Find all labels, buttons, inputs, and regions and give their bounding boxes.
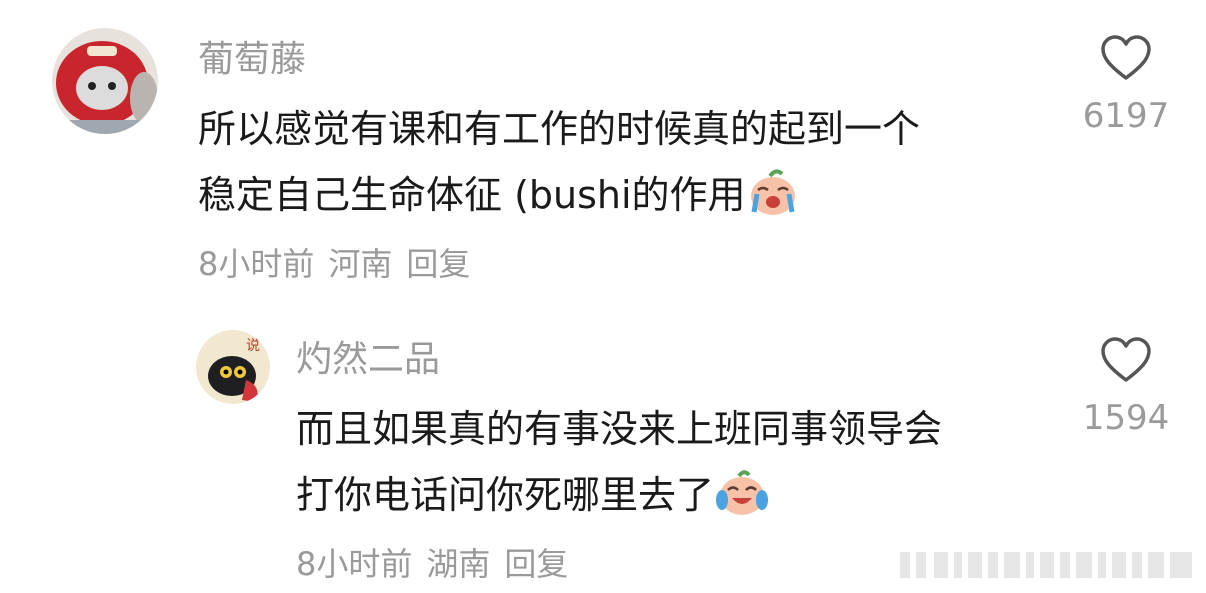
comment-username[interactable]: 葡萄藤 xyxy=(198,40,306,80)
comment-time: 8小时前 xyxy=(296,545,413,583)
avatar-image xyxy=(52,28,158,134)
comment-text-line: 所以感觉有课和有工作的时候真的起到一个 xyxy=(198,107,921,151)
reply-button[interactable]: 回复 xyxy=(504,545,568,583)
like-count: 6197 xyxy=(1082,96,1170,136)
crying-face-emoji-icon xyxy=(748,168,798,236)
user-avatar[interactable]: 说 xyxy=(196,330,270,404)
comment-username[interactable]: 灼然二品 xyxy=(296,340,440,380)
comment-item: 葡萄藤 所以感觉有课和有工作的时候真的起到一个 稳定自己生命体征 (bushi的… xyxy=(0,0,1206,300)
like-count: 1594 xyxy=(1082,398,1170,438)
heart-outline-icon xyxy=(1101,35,1151,80)
svg-text:说: 说 xyxy=(246,338,260,354)
like-button[interactable] xyxy=(1066,336,1186,388)
heart-outline-icon xyxy=(1101,337,1151,382)
comment-time: 8小时前 xyxy=(198,245,315,283)
comment-location: 湖南 xyxy=(426,545,491,583)
comment-text-line: 而且如果真的有事没来上班同事领导会 xyxy=(296,407,943,451)
like-area: 1594 xyxy=(1066,336,1186,438)
comment-text: 所以感觉有课和有工作的时候真的起到一个 稳定自己生命体征 (bushi的作用 xyxy=(198,96,1058,236)
user-avatar[interactable] xyxy=(52,28,158,134)
comment-meta: 8小时前 河南 回复 xyxy=(198,244,484,284)
avatar-image: 说 xyxy=(196,330,270,404)
comment-text: 而且如果真的有事没来上班同事领导会 打你电话问你死哪里去了 xyxy=(296,396,1056,536)
laughing-crying-emoji-icon xyxy=(716,470,769,536)
comment-text-line-2: 打你电话问你死哪里去了 xyxy=(296,462,1056,536)
comment-text-line: 打你电话问你死哪里去了 xyxy=(296,473,715,517)
like-area: 6197 xyxy=(1066,34,1186,136)
watermark-bars xyxy=(900,548,1200,586)
like-button[interactable] xyxy=(1066,34,1186,86)
comment-location: 河南 xyxy=(328,245,393,283)
comment-meta: 8小时前 湖南 回复 xyxy=(296,544,582,584)
comment-text-line: 稳定自己生命体征 (bushi的作用 xyxy=(198,173,746,217)
comment-text-line-2: 稳定自己生命体征 (bushi的作用 xyxy=(198,162,1058,236)
reply-button[interactable]: 回复 xyxy=(406,245,470,283)
